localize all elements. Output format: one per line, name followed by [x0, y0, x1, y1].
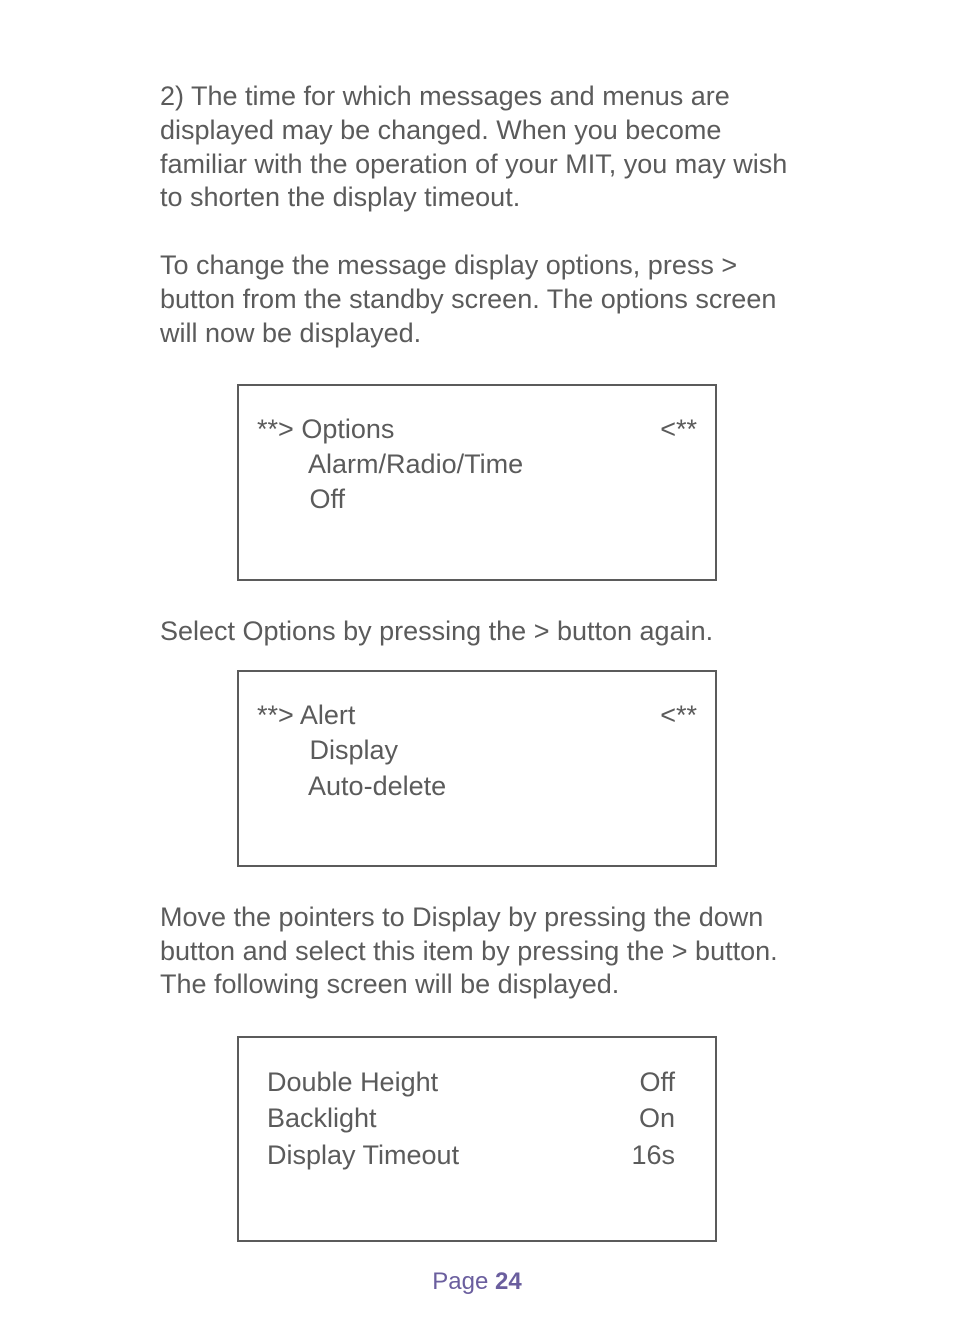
menu-item-off: Off — [310, 484, 346, 514]
menu-item-display: Display — [310, 735, 399, 765]
screen-line: Alarm/Radio/Time — [257, 447, 697, 482]
right-marker: <** — [660, 698, 697, 733]
paragraph-4: Move the pointers to Display by pressing… — [160, 901, 794, 1002]
setting-row-display-timeout: Display Timeout 16s — [267, 1137, 675, 1173]
screen-row: **> Alert <** — [257, 698, 697, 733]
footer-page-number: 24 — [495, 1268, 522, 1295]
right-marker: <** — [660, 412, 697, 447]
menu-item-options: Options — [301, 414, 394, 444]
screen-box-options: **> Options <** Alarm/Radio/Time Off — [237, 384, 717, 580]
page-footer: Page 24 — [0, 1267, 954, 1297]
left-marker: **> — [257, 700, 294, 730]
setting-row-backlight: Backlight On — [267, 1100, 675, 1136]
setting-value: On — [639, 1100, 675, 1136]
paragraph-2: To change the message display options, p… — [160, 249, 794, 350]
screen-line: Off — [257, 482, 697, 517]
screen-line: Display — [257, 733, 697, 768]
setting-value: 16s — [631, 1137, 675, 1173]
screen-box-display-settings: Double Height Off Backlight On Display T… — [237, 1036, 717, 1242]
menu-item-alert: Alert — [300, 700, 356, 730]
paragraph-1: 2) The time for which messages and menus… — [160, 80, 794, 215]
screen-row: **> Options <** — [257, 412, 697, 447]
menu-item-alarm: Alarm/Radio/Time — [308, 449, 523, 479]
screen-line: **> Alert — [257, 698, 355, 733]
paragraph-3: Select Options by pressing the > button … — [160, 615, 794, 649]
setting-value: Off — [639, 1064, 675, 1100]
blank-line — [257, 518, 697, 553]
left-marker: **> — [257, 414, 294, 444]
setting-label: Display Timeout — [267, 1137, 459, 1173]
menu-item-autodelete: Auto-delete — [308, 771, 446, 801]
footer-label: Page — [432, 1268, 488, 1295]
screen-line: Auto-delete — [257, 769, 697, 804]
setting-label: Double Height — [267, 1064, 438, 1100]
blank-line — [257, 804, 697, 839]
setting-row-double-height: Double Height Off — [267, 1064, 675, 1100]
blank-line — [267, 1173, 675, 1209]
setting-label: Backlight — [267, 1100, 377, 1136]
screen-line: **> Options — [257, 412, 394, 447]
document-page: 2) The time for which messages and menus… — [0, 0, 954, 1337]
screen-box-alert: **> Alert <** Display Auto-delete — [237, 670, 717, 866]
